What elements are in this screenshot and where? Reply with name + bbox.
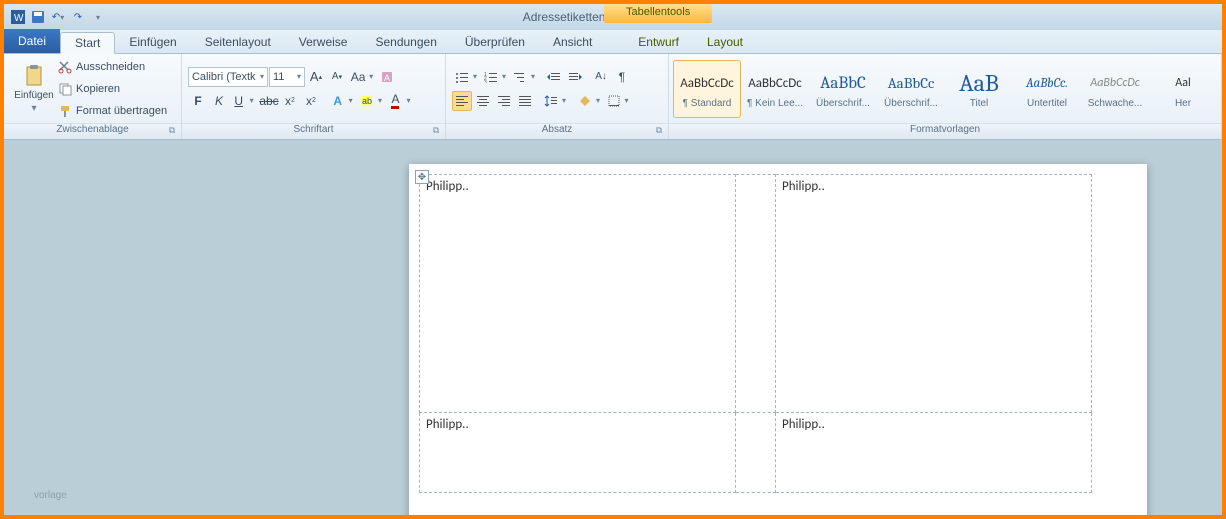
group-styles: AaBbCcDc¶ StandardAaBbCcDc¶ Kein Lee...A…	[669, 54, 1222, 139]
tab-table-design[interactable]: Entwurf	[624, 31, 693, 53]
label-gap	[736, 175, 776, 413]
page: ✥ Philipp.. Philipp.. Philipp.. Philipp.…	[409, 164, 1147, 515]
label-cell[interactable]: Philipp..	[776, 413, 1092, 493]
font-color-icon[interactable]: A▾	[387, 91, 415, 111]
numbering-icon[interactable]: 123▾	[481, 67, 509, 87]
subscript-icon[interactable]: x2	[280, 91, 300, 111]
ribbon-tabstrip: Datei Start Einfügen Seitenlayout Verwei…	[4, 30, 1222, 54]
font-size-combo[interactable]: 11▾	[269, 67, 305, 87]
grow-font-icon[interactable]: A▴	[306, 67, 326, 87]
label-gap	[736, 413, 776, 493]
clear-formatting-icon[interactable]: A	[377, 67, 397, 87]
tab-insert[interactable]: Einfügen	[115, 31, 190, 53]
tab-review[interactable]: Überprüfen	[451, 31, 539, 53]
svg-text:3: 3	[484, 80, 487, 83]
tab-home[interactable]: Start	[60, 32, 115, 54]
paste-label: Einfügen	[14, 90, 53, 101]
increase-indent-icon[interactable]	[565, 67, 585, 87]
save-icon[interactable]	[30, 9, 46, 25]
labels-table[interactable]: Philipp.. Philipp.. Philipp.. Philipp..	[419, 174, 1092, 493]
decrease-indent-icon[interactable]	[544, 67, 564, 87]
style--berschrif-[interactable]: AaBbCcÜberschrif...	[877, 60, 945, 118]
watermark-text: vorlage	[34, 490, 67, 501]
text-effects-icon[interactable]: A▾	[329, 91, 357, 111]
qat-customize-icon[interactable]: ▾	[90, 9, 106, 25]
svg-text:A: A	[384, 73, 390, 83]
underline-icon[interactable]: U▾	[230, 91, 258, 111]
undo-icon[interactable]: ↶▾	[50, 9, 66, 25]
multilevel-list-icon[interactable]: ▾	[510, 67, 538, 87]
redo-icon[interactable]: ↷	[70, 9, 86, 25]
paragraph-launcher-icon[interactable]: ⧉	[653, 125, 665, 137]
style-schwache-[interactable]: AaBbCcDcSchwache...	[1081, 60, 1149, 118]
tab-mailings[interactable]: Sendungen	[361, 31, 450, 53]
tab-references[interactable]: Verweise	[285, 31, 362, 53]
sort-icon[interactable]: A↓	[591, 67, 611, 87]
style-untertitel[interactable]: AaBbCc.Untertitel	[1013, 60, 1081, 118]
align-right-icon[interactable]	[494, 91, 514, 111]
align-center-icon[interactable]	[473, 91, 493, 111]
group-font: Calibri (Textk▾ 11▾ A▴ A▾ Aa▾ A F K U▾ a…	[182, 54, 446, 139]
shrink-font-icon[interactable]: A▾	[327, 67, 347, 87]
strikethrough-icon[interactable]: abc	[259, 91, 279, 111]
label-cell[interactable]: Philipp..	[776, 175, 1092, 413]
clipboard-launcher-icon[interactable]: ⧉	[166, 125, 178, 137]
cut-button[interactable]: Ausschneiden	[58, 57, 167, 77]
font-launcher-icon[interactable]: ⧉	[430, 125, 442, 137]
font-name-combo[interactable]: Calibri (Textk▾	[188, 67, 268, 87]
bold-icon[interactable]: F	[188, 91, 208, 111]
label-cell[interactable]: Philipp..	[420, 175, 736, 413]
highlight-icon[interactable]: ab▾	[358, 91, 386, 111]
document-workspace[interactable]: ✥ Philipp.. Philipp.. Philipp.. Philipp.…	[4, 140, 1222, 515]
line-spacing-icon[interactable]: ▾	[541, 91, 569, 111]
copy-button[interactable]: Kopieren	[58, 79, 167, 99]
label-cell[interactable]: Philipp..	[420, 413, 736, 493]
style--berschrif-[interactable]: AaBbCÜberschrif...	[809, 60, 877, 118]
bullets-icon[interactable]: ▾	[452, 67, 480, 87]
style-her[interactable]: AalHer	[1149, 60, 1217, 118]
table-move-handle-icon[interactable]: ✥	[415, 170, 429, 184]
table-tools-contextual-label: Tabellentools	[604, 4, 712, 23]
tab-table-layout[interactable]: Layout	[693, 31, 757, 53]
superscript-icon[interactable]: x2	[301, 91, 321, 111]
tab-view[interactable]: Ansicht	[539, 31, 606, 53]
borders-icon[interactable]: ▾	[604, 91, 632, 111]
word-app-icon[interactable]: W	[10, 9, 26, 25]
align-left-icon[interactable]	[452, 91, 472, 111]
shading-icon[interactable]: ▾	[575, 91, 603, 111]
paste-button[interactable]: Einfügen ▾	[10, 57, 58, 121]
quick-access-toolbar: W ↶▾ ↷ ▾	[4, 9, 112, 25]
svg-text:W: W	[14, 13, 24, 24]
tab-page-layout[interactable]: Seitenlayout	[191, 31, 285, 53]
style-titel[interactable]: AaBTitel	[945, 60, 1013, 118]
style--kein-lee-[interactable]: AaBbCcDc¶ Kein Lee...	[741, 60, 809, 118]
format-painter-button[interactable]: Format übertragen	[58, 101, 167, 121]
ribbon: Einfügen ▾ Ausschneiden Kopieren Format …	[4, 54, 1222, 140]
change-case-icon[interactable]: Aa▾	[348, 67, 376, 87]
style--standard[interactable]: AaBbCcDc¶ Standard	[673, 60, 741, 118]
group-clipboard: Einfügen ▾ Ausschneiden Kopieren Format …	[4, 54, 182, 139]
tab-file[interactable]: Datei	[4, 29, 60, 53]
italic-icon[interactable]: K	[209, 91, 229, 111]
title-bar: W ↶▾ ↷ ▾ Adressetiketten3 - Microsoft Wo…	[4, 4, 1222, 30]
justify-icon[interactable]	[515, 91, 535, 111]
group-paragraph: ▾ 123▾ ▾ A↓ ¶	[446, 54, 669, 139]
show-hide-icon[interactable]: ¶	[612, 67, 632, 87]
